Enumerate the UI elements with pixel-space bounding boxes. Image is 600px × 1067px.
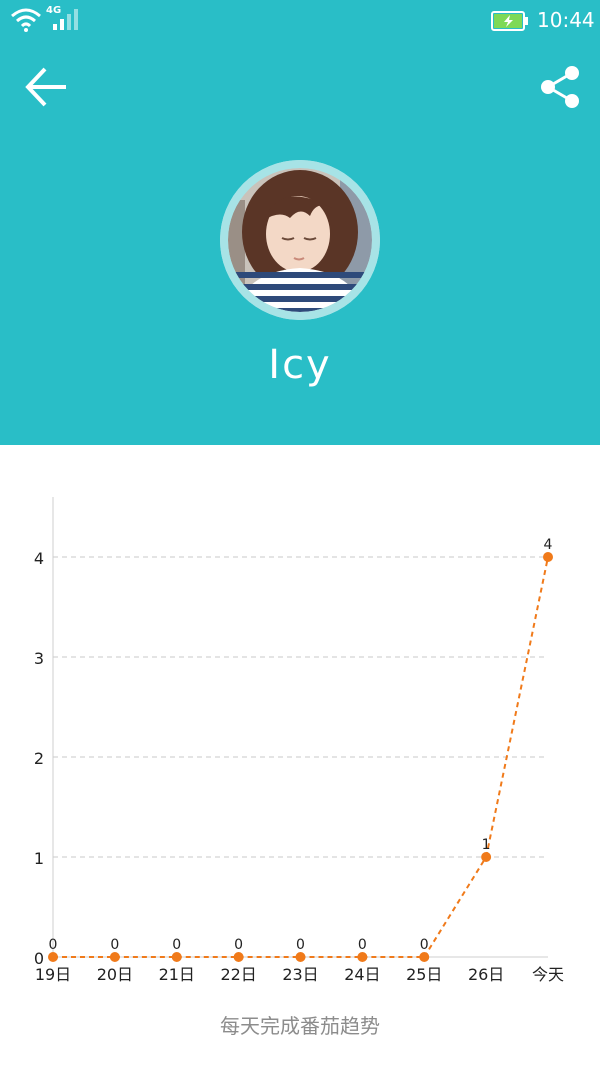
y-tick-label: 1 — [34, 849, 44, 868]
data-label: 0 — [296, 937, 305, 953]
share-icon — [541, 66, 579, 108]
trend-chart: 0123419日 20日 21日 22日 23日 24日 25日 26日 今天 0 0 0 0 0 0 01… — [34, 497, 564, 984]
data-label: 0 — [172, 937, 181, 953]
data-point — [233, 952, 244, 962]
x-tick-label: 22日 — [220, 965, 256, 984]
data-label: 0 — [420, 937, 429, 953]
data-point — [481, 852, 492, 862]
avatar[interactable] — [220, 160, 380, 320]
back-button[interactable] — [22, 64, 70, 110]
status-bar: 4G 10:44 — [0, 0, 600, 42]
avatar-photo — [220, 160, 380, 320]
status-time: 10:44 — [537, 8, 595, 32]
x-tick-label: 23日 — [282, 965, 318, 984]
x-tick-label: 24日 — [344, 965, 380, 984]
data-label: 4 — [544, 537, 553, 553]
chart-caption: 每天完成番茄趋势 — [220, 1014, 380, 1038]
data-point — [171, 952, 182, 962]
share-button[interactable] — [536, 62, 584, 112]
y-tick-label: 4 — [34, 549, 44, 568]
y-tick-label: 2 — [34, 749, 44, 768]
arrow-left-icon — [25, 67, 66, 107]
x-tick-label: 20日 — [97, 965, 133, 984]
data-point — [109, 952, 120, 962]
data-point — [543, 552, 553, 562]
battery-icon — [491, 11, 528, 31]
data-point — [357, 952, 368, 962]
y-tick-label: 3 — [34, 649, 44, 668]
data-point — [419, 952, 430, 962]
data-label: 0 — [49, 937, 58, 953]
wifi-icon — [11, 8, 41, 32]
data-point — [295, 952, 306, 962]
series-line-segment — [423, 856, 487, 958]
signal-strength-icon — [53, 9, 78, 30]
data-label: 0 — [234, 937, 243, 953]
data-point — [48, 952, 58, 962]
data-label: 0 — [358, 937, 367, 953]
profile-header: 4G 10:44 Icy — [0, 0, 600, 445]
data-label: 1 — [482, 837, 491, 853]
series-line-segment — [485, 556, 549, 858]
x-tick-label: 21日 — [159, 965, 195, 984]
x-tick-label: 25日 — [406, 965, 442, 984]
x-tick-label: 今天 — [532, 965, 564, 984]
x-tick-label: 26日 — [468, 965, 504, 984]
data-label: 0 — [110, 937, 119, 953]
x-tick-label: 19日 — [35, 965, 71, 984]
profile-name: Icy — [268, 342, 332, 388]
